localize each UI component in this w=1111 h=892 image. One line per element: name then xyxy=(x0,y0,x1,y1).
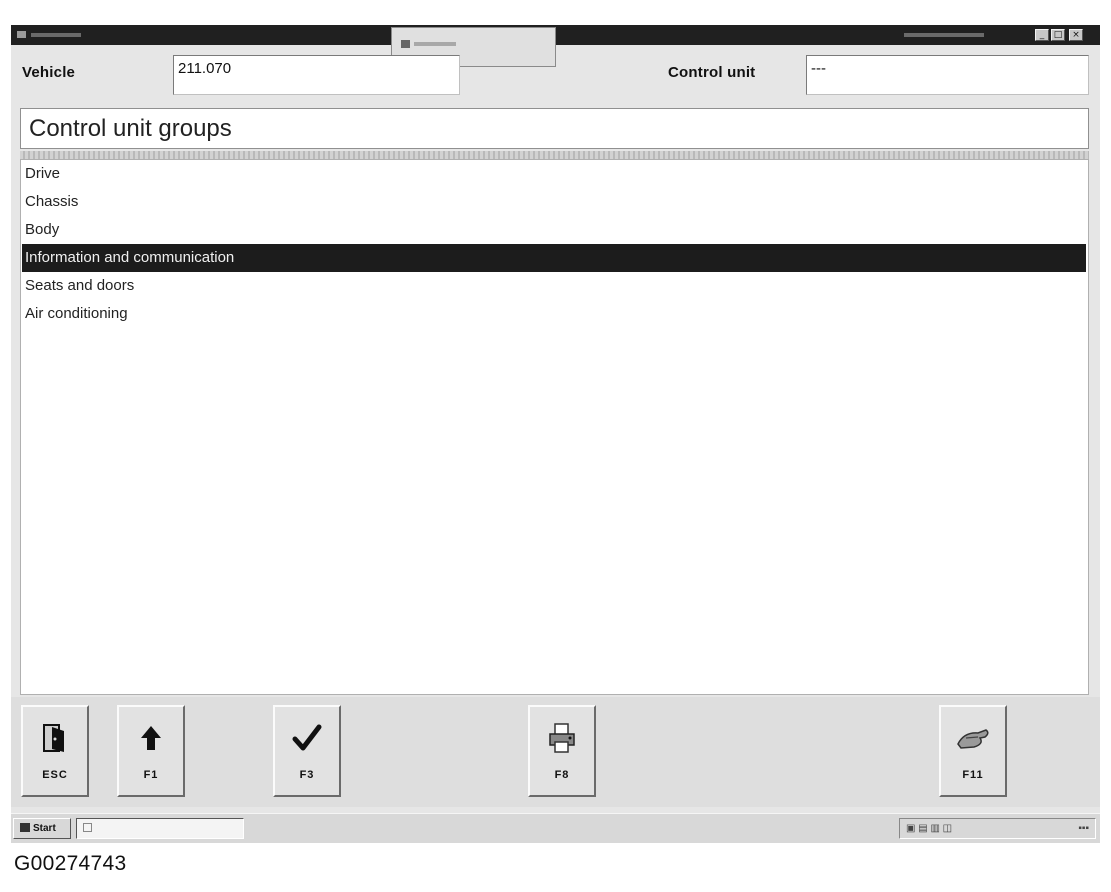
f3-button[interactable]: F3 xyxy=(273,705,341,797)
minimize-icon[interactable]: _ xyxy=(1035,29,1049,41)
overlapping-window-title-blurred xyxy=(414,42,456,46)
maximize-icon[interactable]: □ xyxy=(1051,29,1065,41)
list-item-body[interactable]: Body xyxy=(22,216,1086,244)
window-title-blurred xyxy=(31,33,81,37)
f8-button[interactable]: F8 xyxy=(528,705,596,797)
f11-key-label: F11 xyxy=(962,769,984,781)
esc-key-label: ESC xyxy=(42,769,68,781)
control-unit-label: Control unit xyxy=(668,64,756,81)
diagnostic-screen: _ □ × Vehicle 211.070 Control unit --- C… xyxy=(11,25,1100,843)
esc-button[interactable]: ESC xyxy=(21,705,89,797)
start-label: Start xyxy=(33,823,56,834)
f1-key-label: F1 xyxy=(143,769,159,781)
program-icon xyxy=(83,823,92,832)
figure-id-caption: G00274743 xyxy=(14,852,127,875)
title-bar-info-blurred xyxy=(904,33,984,37)
list-item-information-and-communication[interactable]: Information and communication xyxy=(22,244,1086,272)
control-unit-groups-title: Control unit groups xyxy=(20,108,1089,149)
close-icon[interactable]: × xyxy=(1069,29,1083,41)
separator xyxy=(20,151,1089,159)
tray-clock-blurred: ▪▪▪ xyxy=(1078,823,1089,834)
f11-button[interactable]: F11 xyxy=(939,705,1007,797)
arrow-up-icon xyxy=(119,717,183,759)
taskbar-program-button[interactable] xyxy=(76,818,244,839)
f1-button[interactable]: F1 xyxy=(117,705,185,797)
app-icon xyxy=(17,31,26,38)
system-tray[interactable]: ▣ ▤ ▥ ◫ ▪▪▪ xyxy=(899,818,1096,839)
function-key-toolbar: ESC F1 F3 F8 F11 xyxy=(11,697,1100,807)
f3-key-label: F3 xyxy=(299,769,315,781)
list-item-chassis[interactable]: Chassis xyxy=(22,188,1086,216)
tray-icons: ▣ ▤ ▥ ◫ xyxy=(906,823,953,834)
control-unit-field[interactable]: --- xyxy=(806,55,1089,95)
list-item-air-conditioning[interactable]: Air conditioning xyxy=(22,300,1086,328)
taskbar: Start ▣ ▤ ▥ ◫ ▪▪▪ xyxy=(11,813,1100,843)
windows-logo-icon xyxy=(20,823,30,832)
list-item-drive[interactable]: Drive xyxy=(22,160,1086,188)
vehicle-field[interactable]: 211.070 xyxy=(173,55,460,95)
control-unit-group-list[interactable]: Drive Chassis Body Information and commu… xyxy=(20,159,1089,695)
printer-icon xyxy=(530,717,594,759)
checkmark-icon xyxy=(275,717,339,759)
vehicle-label: Vehicle xyxy=(22,64,76,81)
f8-key-label: F8 xyxy=(554,769,570,781)
door-exit-icon xyxy=(23,717,87,759)
start-button[interactable]: Start xyxy=(13,818,71,839)
window-icon xyxy=(401,40,410,48)
list-item-seats-and-doors[interactable]: Seats and doors xyxy=(22,272,1086,300)
hand-help-icon xyxy=(941,717,1005,759)
